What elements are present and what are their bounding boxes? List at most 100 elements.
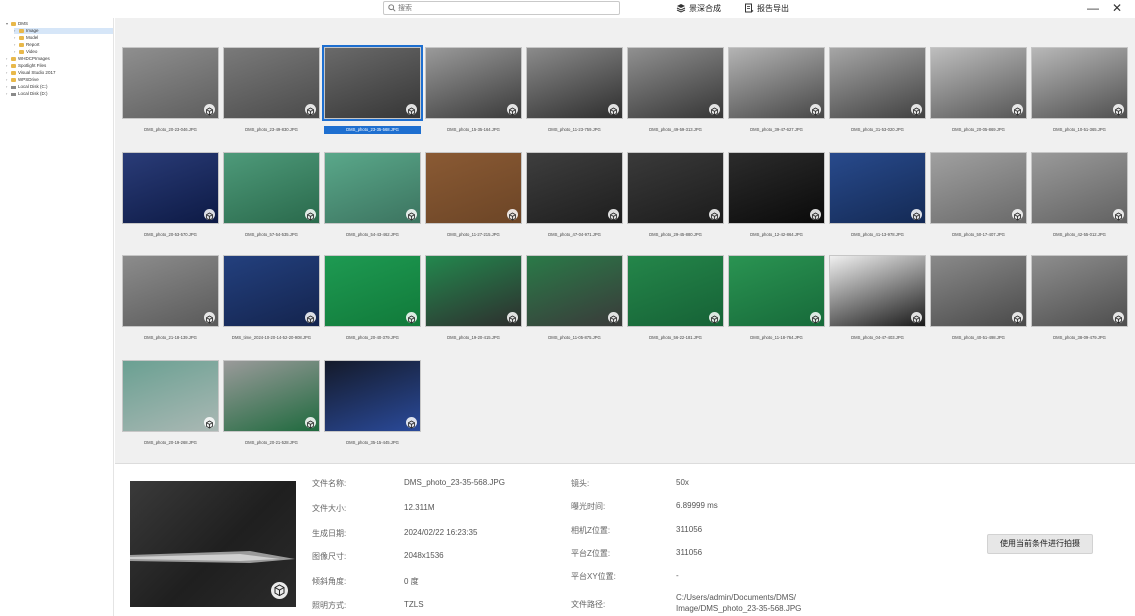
thumbnail-image[interactable] — [526, 47, 623, 119]
3d-cube-icon[interactable] — [911, 312, 922, 324]
thumbnail-image[interactable] — [930, 47, 1027, 119]
3d-cube-icon[interactable] — [204, 104, 215, 116]
gallery-tile[interactable]: DMS_photo_42-55-012.JPG — [1031, 152, 1128, 254]
gallery-tile[interactable]: DMS_photo_49-59-313.JPG — [627, 47, 724, 149]
tree-item-video[interactable]: › Video — [14, 49, 37, 55]
gallery-tile[interactable]: DMS_photo_11-05-875.JPG — [526, 255, 623, 357]
gallery-tile[interactable]: DMS_photo_04-47-403.JPG — [829, 255, 926, 357]
gallery-tile[interactable]: DMS_photo_21-18-139.JPG — [122, 255, 219, 357]
thumbnail-image[interactable] — [627, 255, 724, 327]
expand-arrow-icon[interactable]: › — [6, 77, 10, 83]
search-input[interactable] — [398, 2, 613, 14]
3d-cube-icon[interactable] — [1113, 104, 1124, 116]
gallery-tile[interactable]: DMS_photo_20-40-379.JPG — [324, 255, 421, 357]
gallery-tile[interactable]: DMS_photo_23-49-830.JPG — [223, 47, 320, 149]
3d-cube-icon[interactable] — [507, 312, 518, 324]
thumbnail-image[interactable] — [324, 360, 421, 432]
minimize-button[interactable]: — — [1084, 0, 1102, 16]
expand-arrow-icon[interactable]: ▾ — [6, 21, 10, 27]
tree-item-local-disk-d[interactable]: › Local Disk (D:) — [6, 91, 48, 97]
thumbnail-image[interactable] — [324, 255, 421, 327]
tree-item-report[interactable]: › Report — [14, 42, 40, 48]
3d-cube-icon[interactable] — [810, 104, 821, 116]
depth-merge-button[interactable]: 景深合成 — [676, 2, 721, 14]
thumbnail-image[interactable] — [627, 152, 724, 224]
3d-cube-icon[interactable] — [1113, 209, 1124, 221]
3d-cube-icon[interactable] — [608, 104, 619, 116]
3d-cube-icon[interactable] — [305, 104, 316, 116]
gallery-tile[interactable]: DMS_photo_12-42-864.JPG — [728, 152, 825, 254]
expand-arrow-icon[interactable]: › — [14, 35, 18, 41]
gallery-tile[interactable]: DMS_photo_20-23-046.JPG — [122, 47, 219, 149]
gallery-tile[interactable]: DMS_photo_35-15-445.JPG — [324, 360, 421, 462]
3d-cube-icon[interactable] — [204, 312, 215, 324]
expand-arrow-icon[interactable]: › — [6, 56, 10, 62]
thumbnail-image[interactable] — [728, 47, 825, 119]
thumbnail-image[interactable] — [223, 255, 320, 327]
3d-cube-icon[interactable] — [810, 209, 821, 221]
gallery-tile[interactable]: DMS_photo_11-27-215.JPG — [425, 152, 522, 254]
gallery-tile[interactable]: DMS_time_2024-10-20-14-52-20-908.JPG — [223, 255, 320, 357]
expand-arrow-icon[interactable]: › — [6, 91, 10, 97]
3d-cube-icon[interactable] — [406, 104, 417, 116]
3d-cube-icon[interactable] — [1012, 209, 1023, 221]
thumbnail-image[interactable] — [627, 47, 724, 119]
3d-cube-icon[interactable] — [709, 104, 720, 116]
tree-item-spotlight-files[interactable]: › Spotlight Files — [6, 63, 46, 69]
thumbnail-image[interactable] — [122, 152, 219, 224]
gallery-tile[interactable]: DMS_photo_57-54-535.JPG — [223, 152, 320, 254]
thumbnail-image[interactable] — [829, 255, 926, 327]
expand-arrow-icon[interactable]: › — [14, 28, 18, 34]
tree-item-model[interactable]: › Model — [14, 35, 38, 41]
thumbnail-image[interactable] — [425, 255, 522, 327]
3d-cube-icon[interactable] — [709, 312, 720, 324]
expand-arrow-icon[interactable]: › — [6, 70, 10, 76]
thumbnail-image[interactable] — [324, 152, 421, 224]
thumbnail-image[interactable] — [728, 255, 825, 327]
3d-cube-icon[interactable] — [271, 582, 288, 599]
3d-cube-icon[interactable] — [1113, 312, 1124, 324]
3d-cube-icon[interactable] — [305, 312, 316, 324]
thumbnail-image[interactable] — [425, 152, 522, 224]
thumbnail-image[interactable] — [1031, 47, 1128, 119]
3d-cube-icon[interactable] — [608, 312, 619, 324]
gallery-tile[interactable]: DMS_photo_20-19-268.JPG — [122, 360, 219, 462]
thumbnail-image[interactable] — [425, 47, 522, 119]
gallery-tile[interactable]: DMS_photo_40-51-498.JPG — [930, 255, 1027, 357]
expand-arrow-icon[interactable]: › — [14, 42, 18, 48]
gallery-tile[interactable]: DMS_photo_19-20-415.JPG — [425, 255, 522, 357]
gallery-tile[interactable]: DMS_photo_10-51-365.JPG — [1031, 47, 1128, 149]
gallery-tile[interactable]: DMS_photo_11-23-759.JPG — [526, 47, 623, 149]
gallery-tile[interactable]: DMS_photo_29-45-880.JPG — [627, 152, 724, 254]
gallery-tile[interactable]: DMS_photo_39-47-627.JPG — [728, 47, 825, 149]
gallery-tile[interactable]: DMS_photo_54-43-462.JPG — [324, 152, 421, 254]
gallery-tile[interactable]: DMS_photo_50-17-407.JPG — [930, 152, 1027, 254]
3d-cube-icon[interactable] — [911, 104, 922, 116]
gallery-tile[interactable]: DMS_photo_20-21-528.JPG — [223, 360, 320, 462]
thumbnail-image[interactable] — [122, 47, 219, 119]
gallery-tile[interactable]: DMS_photo_31-53-020.JPG — [829, 47, 926, 149]
gallery-tile[interactable]: DMS_photo_20-05-869.JPG — [930, 47, 1027, 149]
thumbnail-image[interactable] — [728, 152, 825, 224]
thumbnail-image[interactable] — [930, 152, 1027, 224]
thumbnail-image[interactable] — [223, 152, 320, 224]
thumbnail-image[interactable] — [526, 255, 623, 327]
gallery-tile[interactable]: DMS_photo_20-53-570.JPG — [122, 152, 219, 254]
tree-item-local-disk-c[interactable]: › Local Disk (C:) — [6, 84, 48, 90]
3d-cube-icon[interactable] — [507, 209, 518, 221]
gallery-tile[interactable]: DMS_photo_11-18-764.JPG — [728, 255, 825, 357]
tree-item-wpsdrive[interactable]: › WPSDrive — [6, 77, 39, 83]
report-export-button[interactable]: 报告导出 — [744, 2, 789, 14]
3d-cube-icon[interactable] — [406, 417, 417, 429]
expand-arrow-icon[interactable]: › — [6, 63, 10, 69]
thumbnail-image[interactable] — [930, 255, 1027, 327]
thumbnail-image[interactable] — [322, 45, 423, 121]
close-button[interactable]: ✕ — [1108, 0, 1126, 16]
3d-cube-icon[interactable] — [810, 312, 821, 324]
gallery-tile[interactable]: DMS_photo_15-35-164.JPG — [425, 47, 522, 149]
thumbnail-image[interactable] — [223, 360, 320, 432]
gallery-tile[interactable]: DMS_photo_41-13-978.JPG — [829, 152, 926, 254]
tree-item-whdcpimages[interactable]: › WHDCPImages — [6, 56, 50, 62]
gallery-tile[interactable]: DMS_photo_38-09-479.JPG — [1031, 255, 1128, 357]
thumbnail-image[interactable] — [223, 47, 320, 119]
